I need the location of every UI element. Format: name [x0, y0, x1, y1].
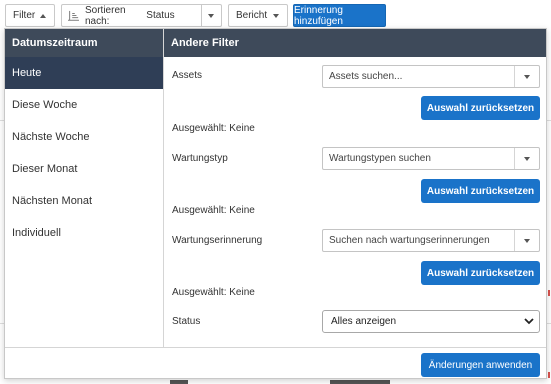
- sort-value: Status: [146, 10, 175, 21]
- chevron-down-icon: [524, 156, 530, 161]
- maintenance-reminder-label: Wartungserinnerung: [172, 235, 263, 246]
- filter-button[interactable]: Filter: [5, 4, 55, 27]
- chevron-down-icon: [273, 13, 280, 18]
- date-range-item-label: Dieser Monat: [12, 163, 78, 175]
- assets-search-placeholder: Assets suchen...: [329, 71, 403, 82]
- status-select[interactable]: Alles anzeigen: [322, 310, 540, 333]
- background-text-fragment: [170, 380, 188, 384]
- chevron-down-icon: [524, 318, 534, 325]
- report-button[interactable]: Bericht: [228, 4, 288, 27]
- maintenance-type-reset-button[interactable]: Auswahl zurücksetzen: [421, 179, 540, 203]
- filter-panel: Datumszeitraum Heute Diese Woche Nächste…: [4, 28, 547, 379]
- sort-dropdown[interactable]: Sortieren nach: Status: [61, 4, 222, 27]
- date-range-header: Datumszeitraum: [5, 29, 163, 57]
- assets-reset-button[interactable]: Auswahl zurücksetzen: [421, 96, 540, 120]
- date-range-item-label: Diese Woche: [12, 99, 78, 111]
- sort-icon: [68, 10, 79, 21]
- filter-button-label: Filter: [13, 10, 36, 21]
- date-range-item-this-week[interactable]: Diese Woche: [5, 89, 163, 121]
- background-red-marker: [548, 372, 550, 378]
- add-reminder-button[interactable]: Erinnerung hinzufügen: [293, 4, 386, 27]
- maintenance-reminder-search-select[interactable]: Suchen nach wartungserinnerungen: [322, 229, 540, 252]
- background-text-fragment: [330, 380, 390, 384]
- filter-panel-footer: Änderungen anwenden: [5, 347, 546, 379]
- chevron-down-icon: [208, 13, 215, 18]
- assets-selected-text: Ausgewählt: Keine: [172, 123, 255, 134]
- other-filters-panel: Andere Filter Assets Assets suchen... Au…: [164, 29, 546, 347]
- maintenance-type-label: Wartungstyp: [172, 153, 228, 164]
- maintenance-type-placeholder: Wartungstypen suchen: [329, 153, 431, 164]
- background-red-marker: [548, 290, 550, 296]
- date-range-item-this-month[interactable]: Dieser Monat: [5, 153, 163, 185]
- maintenance-reminder-selected-text: Ausgewählt: Keine: [172, 287, 255, 298]
- other-filters-header: Andere Filter: [164, 29, 546, 57]
- chevron-up-icon: [40, 13, 47, 18]
- maintenance-reminder-reset-button[interactable]: Auswahl zurücksetzen: [421, 261, 540, 285]
- date-range-item-label: Heute: [12, 67, 42, 79]
- date-range-item-today[interactable]: Heute: [5, 57, 163, 89]
- date-range-item-label: Nächste Woche: [12, 131, 90, 143]
- assets-search-select[interactable]: Assets suchen...: [322, 65, 540, 88]
- maintenance-reminder-placeholder: Suchen nach wartungserinnerungen: [329, 235, 490, 246]
- chevron-down-icon: [524, 74, 530, 79]
- maintenance-type-selected-text: Ausgewählt: Keine: [172, 205, 255, 216]
- chevron-down-icon: [524, 238, 530, 243]
- status-label: Status: [172, 316, 201, 327]
- date-range-item-custom[interactable]: Individuell: [5, 217, 163, 249]
- date-range-item-label: Individuell: [12, 227, 61, 239]
- date-range-item-next-month[interactable]: Nächsten Monat: [5, 185, 163, 217]
- sort-label: Sortieren nach:: [84, 4, 126, 27]
- date-range-item-next-week[interactable]: Nächste Woche: [5, 121, 163, 153]
- toolbar: Filter Sortieren nach: Status Bericht Er…: [0, 0, 551, 31]
- apply-changes-button[interactable]: Änderungen anwenden: [421, 353, 540, 377]
- assets-label: Assets: [172, 70, 203, 81]
- status-select-value: Alles anzeigen: [331, 316, 397, 327]
- date-range-item-label: Nächsten Monat: [12, 195, 93, 207]
- maintenance-type-search-select[interactable]: Wartungstypen suchen: [322, 147, 540, 170]
- report-button-label: Bericht: [236, 10, 268, 21]
- date-range-panel: Datumszeitraum Heute Diese Woche Nächste…: [5, 29, 164, 347]
